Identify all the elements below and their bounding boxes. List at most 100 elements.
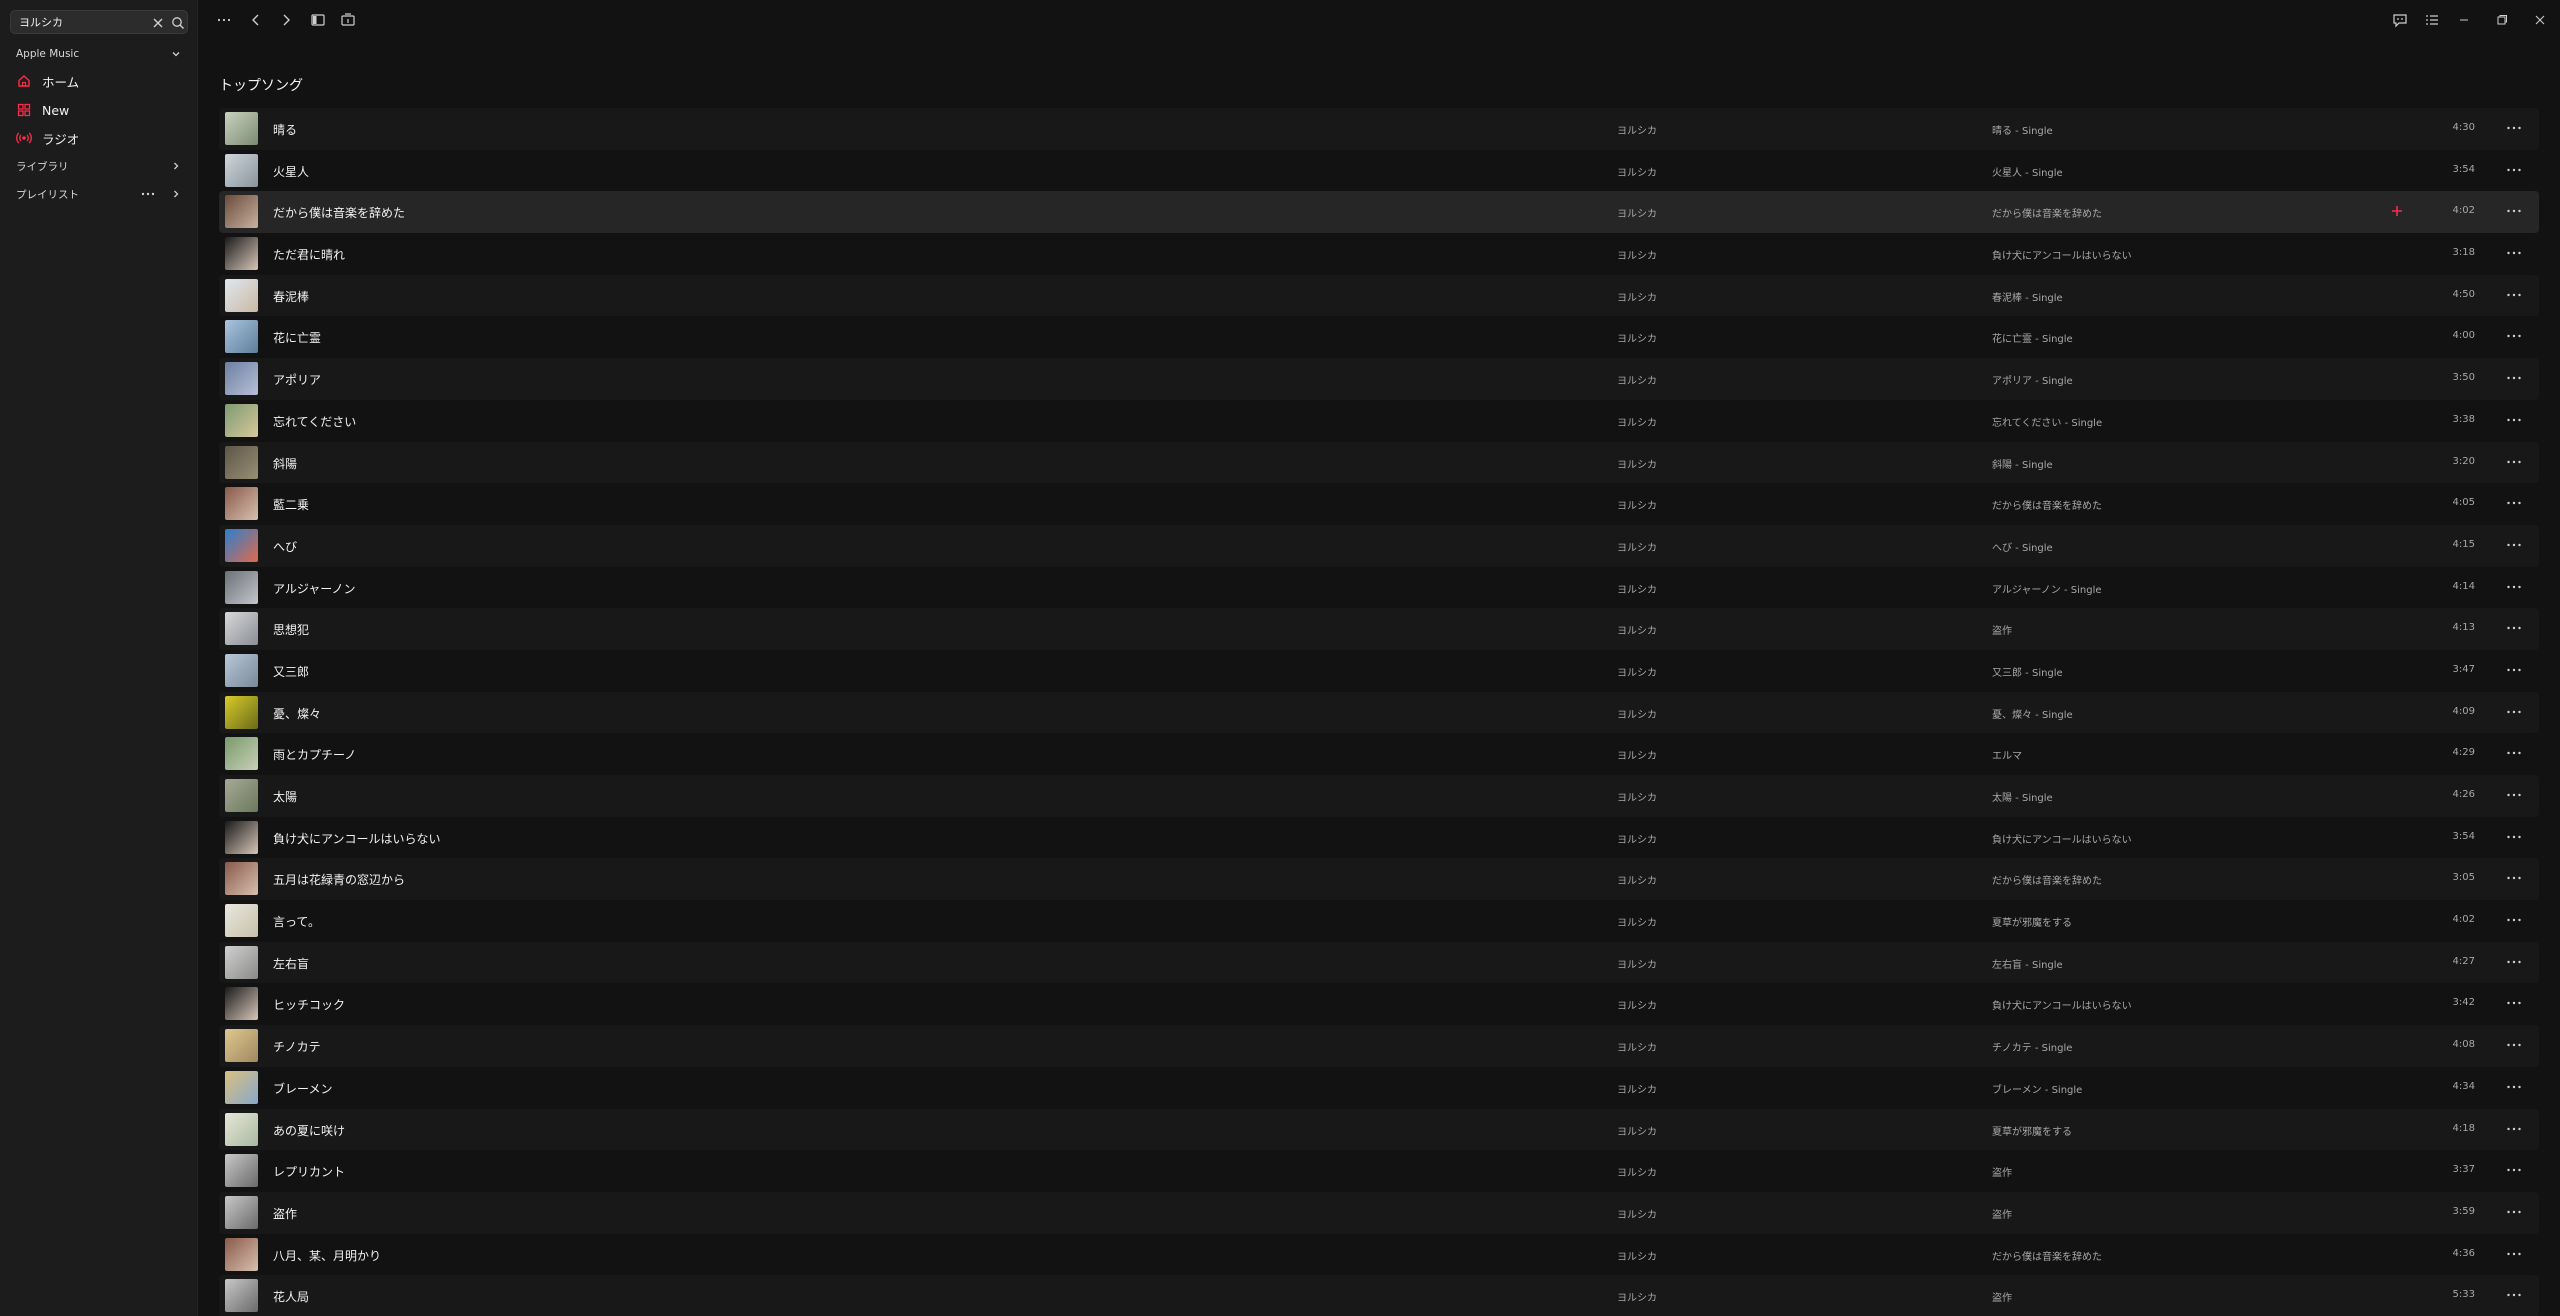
song-album[interactable]: 火星人 - Single [1992, 164, 2063, 179]
song-row[interactable]: 言って。 ヨルシカ 夏草が邪魔をする 4:02 [219, 900, 2539, 942]
song-title[interactable]: 火星人 [273, 163, 309, 180]
album-art[interactable] [225, 612, 258, 646]
song-row[interactable]: ただ君に晴れ ヨルシカ 負け犬にアンコールはいらない 3:18 [219, 233, 2539, 275]
song-row[interactable]: 火星人 ヨルシカ 火星人 - Single 3:54 [219, 150, 2539, 192]
sidebar-item-radio[interactable]: ラジオ [16, 127, 186, 149]
chevron-right-icon[interactable] [170, 160, 182, 172]
search-icon[interactable] [171, 16, 185, 30]
song-title[interactable]: 五月は花緑青の窓辺から [273, 871, 405, 888]
song-row[interactable]: へび ヨルシカ へび - Single 4:15 [219, 524, 2539, 567]
song-title[interactable]: 盗作 [273, 1205, 297, 1222]
song-title[interactable]: ただ君に晴れ [273, 246, 345, 263]
album-art[interactable] [225, 153, 258, 187]
search-input[interactable] [19, 14, 139, 30]
chevron-right-icon[interactable] [170, 188, 182, 200]
song-row[interactable]: 藍二乗 ヨルシカ だから僕は音楽を辞めた 4:05 [219, 483, 2539, 525]
song-row[interactable]: 雨とカプチーノ ヨルシカ エルマ 4:29 [219, 733, 2539, 775]
song-album[interactable]: アポリア - Single [1992, 372, 2073, 387]
song-artist[interactable]: ヨルシカ [1617, 706, 1657, 721]
song-row[interactable]: だから僕は音楽を辞めた ヨルシカ だから僕は音楽を辞めた 4:02 [219, 191, 2539, 234]
song-title[interactable]: 雨とカプチーノ [273, 746, 356, 763]
song-artist[interactable]: ヨルシカ [1617, 372, 1657, 387]
song-title[interactable]: 負け犬にアンコールはいらない [273, 830, 441, 847]
song-artist[interactable]: ヨルシカ [1617, 456, 1657, 471]
song-artist[interactable]: ヨルシカ [1617, 747, 1657, 762]
queue-icon[interactable] [2424, 12, 2440, 28]
more-icon[interactable] [2505, 413, 2523, 427]
sidebar-item-home[interactable]: ホーム [16, 70, 186, 92]
lyrics-icon[interactable] [2392, 12, 2408, 28]
song-row[interactable]: 太陽 ヨルシカ 太陽 - Single 4:26 [219, 775, 2539, 817]
song-album[interactable]: 花に亡霊 - Single [1992, 330, 2073, 345]
song-title[interactable]: ブレーメン [273, 1080, 333, 1097]
more-icon[interactable] [140, 187, 156, 201]
song-artist[interactable]: ヨルシカ [1617, 997, 1657, 1012]
song-artist[interactable]: ヨルシカ [1617, 581, 1657, 596]
song-title[interactable]: アポリア [273, 371, 321, 388]
album-art[interactable] [225, 1279, 258, 1313]
song-album[interactable]: だから僕は音楽を辞めた [1992, 1248, 2102, 1263]
search-box[interactable] [10, 10, 188, 34]
more-icon[interactable] [2505, 746, 2523, 760]
song-album[interactable]: 盗作 [1992, 1289, 2012, 1304]
song-album[interactable]: 晴る - Single [1992, 122, 2053, 137]
more-icon[interactable] [2505, 455, 2523, 469]
song-album[interactable]: エルマ [1992, 747, 2022, 762]
sidebar-section-playlists[interactable]: プレイリスト [16, 185, 186, 203]
album-art[interactable] [225, 737, 258, 771]
album-art[interactable] [225, 362, 258, 396]
song-artist[interactable]: ヨルシカ [1617, 497, 1657, 512]
song-title[interactable]: 晴る [273, 121, 297, 138]
song-album[interactable]: 負け犬にアンコールはいらない [1992, 831, 2132, 846]
more-icon[interactable] [2505, 996, 2523, 1010]
song-artist[interactable]: ヨルシカ [1617, 330, 1657, 345]
song-row[interactable]: ヒッチコック ヨルシカ 負け犬にアンコールはいらない 3:42 [219, 983, 2539, 1025]
more-icon[interactable] [2505, 163, 2523, 177]
song-artist[interactable]: ヨルシカ [1617, 622, 1657, 637]
album-art[interactable] [225, 1237, 258, 1271]
song-row[interactable]: 憂、燦々 ヨルシカ 憂、燦々 - Single 4:09 [219, 691, 2539, 734]
song-row[interactable]: ブレーメン ヨルシカ ブレーメン - Single 4:34 [219, 1067, 2539, 1109]
more-icon[interactable] [2505, 246, 2523, 260]
song-album[interactable]: だから僕は音楽を辞めた [1992, 872, 2102, 887]
song-row[interactable]: 五月は花緑青の窓辺から ヨルシカ だから僕は音楽を辞めた 3:05 [219, 858, 2539, 901]
more-icon[interactable] [2505, 705, 2523, 719]
song-row[interactable]: レプリカント ヨルシカ 盗作 3:37 [219, 1150, 2539, 1192]
song-artist[interactable]: ヨルシカ [1617, 1289, 1657, 1304]
song-row[interactable]: 春泥棒 ヨルシカ 春泥棒 - Single 4:50 [219, 274, 2539, 317]
song-row[interactable]: 盗作 ヨルシカ 盗作 3:59 [219, 1191, 2539, 1234]
more-icon[interactable] [2505, 121, 2523, 135]
song-row[interactable]: 負け犬にアンコールはいらない ヨルシカ 負け犬にアンコールはいらない 3:54 [219, 817, 2539, 859]
song-album[interactable]: 負け犬にアンコールはいらない [1992, 997, 2132, 1012]
more-icon[interactable] [2505, 329, 2523, 343]
more-icon[interactable] [2505, 204, 2523, 218]
more-icon[interactable] [2505, 830, 2523, 844]
more-icon[interactable] [2505, 871, 2523, 885]
album-art[interactable] [225, 195, 258, 229]
album-art[interactable] [225, 1112, 258, 1146]
song-artist[interactable]: ヨルシカ [1617, 789, 1657, 804]
song-artist[interactable]: ヨルシカ [1617, 1123, 1657, 1138]
song-album[interactable]: 夏草が邪魔をする [1992, 914, 2072, 929]
song-artist[interactable]: ヨルシカ [1617, 1039, 1657, 1054]
song-row[interactable]: 花に亡霊 ヨルシカ 花に亡霊 - Single 4:00 [219, 316, 2539, 358]
song-artist[interactable]: ヨルシカ [1617, 539, 1657, 554]
more-icon[interactable] [2505, 621, 2523, 635]
song-title[interactable]: 斜陽 [273, 455, 297, 472]
more-icon[interactable] [2505, 955, 2523, 969]
song-row[interactable]: 左右盲 ヨルシカ 左右盲 - Single 4:27 [219, 941, 2539, 984]
song-artist[interactable]: ヨルシカ [1617, 831, 1657, 846]
song-artist[interactable]: ヨルシカ [1617, 1206, 1657, 1221]
song-title[interactable]: ヒッチコック [273, 996, 345, 1013]
add-icon[interactable] [2390, 204, 2404, 218]
song-title[interactable]: 思想犯 [273, 621, 309, 638]
song-artist[interactable]: ヨルシカ [1617, 122, 1657, 137]
forward-icon[interactable] [278, 12, 294, 28]
song-artist[interactable]: ヨルシカ [1617, 247, 1657, 262]
album-art[interactable] [225, 1029, 258, 1063]
song-title[interactable]: 八月、某、月明かり [273, 1247, 381, 1264]
song-album[interactable]: だから僕は音楽を辞めた [1992, 205, 2102, 220]
sidebar-section-apple-music[interactable]: Apple Music [16, 45, 186, 63]
more-icon[interactable] [2505, 538, 2523, 552]
more-icon[interactable] [2505, 1288, 2523, 1302]
